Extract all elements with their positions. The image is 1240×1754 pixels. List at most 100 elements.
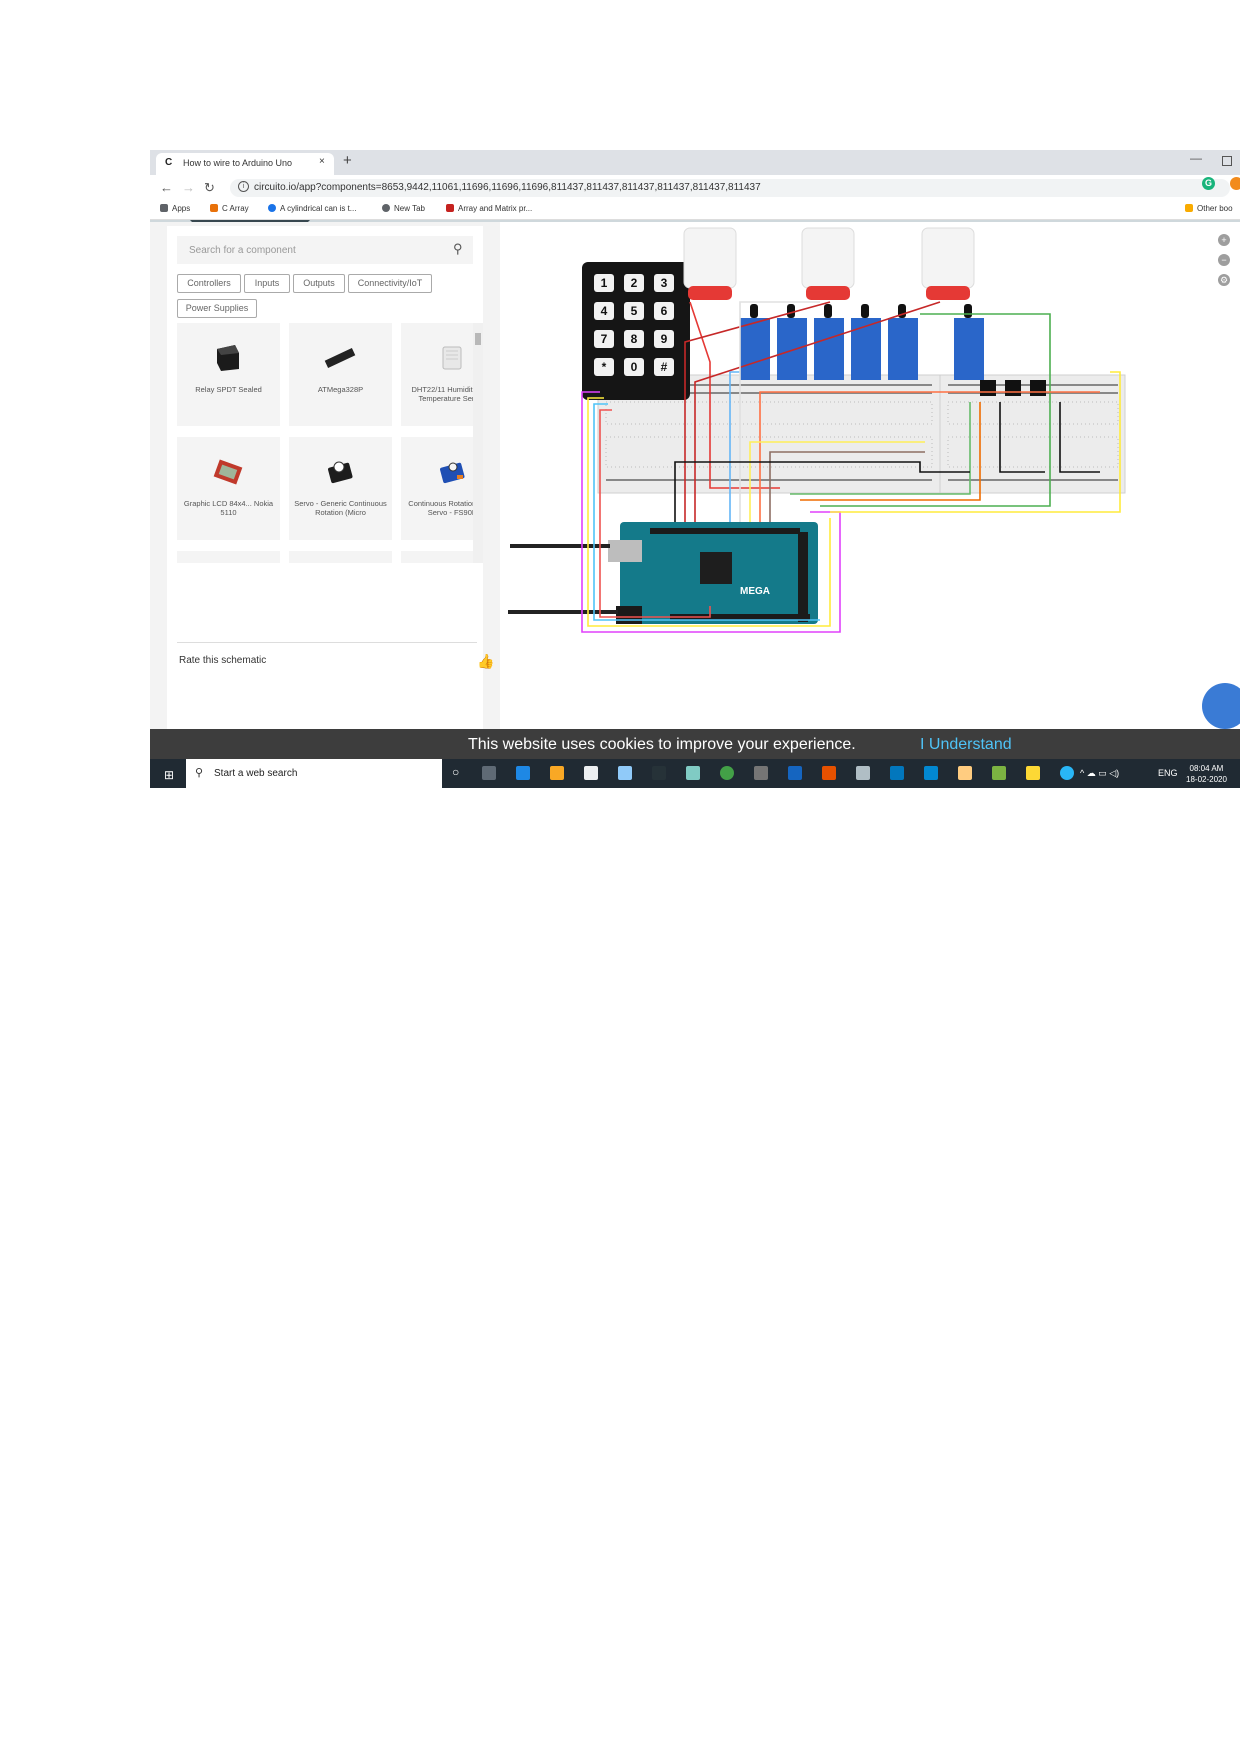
settings-icon[interactable]: ⚙ [1218, 274, 1230, 286]
search-icon: ⚲ [195, 767, 204, 779]
close-tab-icon[interactable]: × [319, 156, 325, 167]
keypad-key-label: 7 [601, 332, 608, 346]
bookmark-array-matrix[interactable]: Array and Matrix pr... [446, 204, 532, 213]
component-label: ATMega328P [317, 385, 364, 394]
new-tab-button[interactable]: + [343, 152, 352, 169]
bookmark-new-tab[interactable]: New Tab [382, 204, 425, 213]
c-array-icon [210, 204, 218, 212]
scrollbar-thumb[interactable] [475, 333, 481, 345]
edge-icon[interactable] [516, 766, 530, 780]
dc-motors [683, 227, 975, 300]
chrome-icon[interactable] [720, 766, 734, 780]
globe-icon [382, 204, 390, 212]
favicon-icon: C [165, 157, 173, 168]
sticky-notes-icon[interactable] [1026, 766, 1040, 780]
dropbox-icon[interactable] [618, 766, 632, 780]
grammarly-extension-icon[interactable]: G [1202, 177, 1215, 190]
lcd-icon [213, 459, 243, 485]
task-view-icon[interactable] [482, 766, 496, 780]
keypad-key-label: 3 [661, 276, 668, 290]
help-icon[interactable] [1060, 766, 1074, 780]
board-logo: MEGA [740, 586, 770, 597]
back-icon[interactable]: ← [160, 180, 173, 195]
search-placeholder: Search for a component [189, 245, 296, 256]
language-indicator[interactable]: ENG [1158, 768, 1178, 778]
mail-icon[interactable] [584, 766, 598, 780]
chip-icon [324, 348, 356, 368]
component-card[interactable] [401, 551, 473, 563]
app-icon[interactable] [890, 766, 904, 780]
bookmark-apps[interactable]: Apps [160, 204, 190, 213]
minimize-icon[interactable]: — [1190, 151, 1202, 165]
app-icon[interactable] [924, 766, 938, 780]
servo-icon [328, 461, 353, 484]
address-bar[interactable]: i circuito.io/app?components=8653,9442,1… [230, 179, 1230, 197]
keypad-key-label: 8 [631, 332, 638, 346]
keypad-key-label: 2 [631, 276, 638, 290]
calculator-icon[interactable] [754, 766, 768, 780]
forward-icon[interactable]: → [182, 180, 195, 195]
arduino-mega: MEGA [608, 522, 818, 624]
component-card[interactable] [177, 551, 280, 563]
apps-grid-icon [160, 204, 168, 212]
url-text: circuito.io/app?components=8653,9442,110… [254, 182, 761, 193]
component-label: Continuous Rotation Micro Servo - FS90R [408, 499, 473, 517]
profile-icon[interactable] [1230, 177, 1240, 190]
store-icon[interactable] [856, 766, 870, 780]
keypad-key-label: # [661, 360, 668, 374]
tray-icons[interactable]: ^ ☁ ▭ ◁) [1080, 768, 1119, 779]
component-card[interactable]: DHT22/11 Humidit... and Temperature Sens… [401, 323, 473, 426]
cortana-icon[interactable]: ○ [452, 765, 459, 779]
clock-time: 08:04 AM [1189, 764, 1224, 773]
tab-strip: C How to wire to Arduino Uno × + — [150, 150, 1240, 175]
matlab-icon[interactable] [822, 766, 836, 780]
app-icon[interactable] [992, 766, 1006, 780]
relay-icon [217, 345, 239, 371]
bookmarks-bar: Apps C Array A cylindrical can is t... N… [150, 201, 1240, 220]
sidebar-panel: Search for a component ⚲ Controllers Inp… [167, 226, 494, 729]
component-card[interactable]: Graphic LCD 84x4... Nokia 5110 [177, 437, 280, 540]
bookmark-c-array[interactable]: C Array [210, 204, 249, 213]
zoom-in-icon[interactable]: + [1218, 234, 1230, 246]
component-card[interactable]: Continuous Rotation Micro Servo - FS90R [401, 437, 473, 540]
app-icon[interactable] [958, 766, 972, 780]
component-card[interactable]: Relay SPDT Sealed [177, 323, 280, 426]
windows-start-icon[interactable]: ⊞ [164, 768, 174, 782]
info-icon[interactable]: i [238, 181, 249, 192]
file-explorer-icon[interactable] [550, 766, 564, 780]
cookie-accept-button[interactable]: I Understand [920, 736, 1012, 754]
filter-power-supplies[interactable]: Power Supplies [177, 299, 257, 318]
taskbar-search-input[interactable]: ⚲ Start a web search [186, 759, 442, 788]
reload-icon[interactable]: ↻ [204, 180, 215, 196]
schematic-canvas[interactable]: 1 2 3 4 5 6 7 8 9 * 0 # MEGA + − ⚙ [500, 222, 1240, 729]
zoom-out-icon[interactable]: − [1218, 254, 1230, 266]
component-search-input[interactable]: Search for a component ⚲ [177, 236, 473, 264]
chat-bubble-icon[interactable] [1202, 683, 1240, 729]
search-icon[interactable]: ⚲ [453, 241, 463, 257]
bookmark-cylindrical[interactable]: A cylindrical can is t... [268, 204, 356, 213]
browser-tab[interactable]: C How to wire to Arduino Uno × [156, 153, 334, 175]
component-card[interactable]: Servo - Generic Continuous Rotation (Mic… [289, 437, 392, 540]
filter-outputs[interactable]: Outputs [293, 274, 345, 293]
keypad-key-label: 5 [631, 304, 638, 318]
component-label: Servo - Generic Continuous Rotation (Mic… [294, 499, 387, 517]
app-icon[interactable] [652, 766, 666, 780]
app-icon[interactable] [686, 766, 700, 780]
component-card[interactable] [289, 551, 392, 563]
keypad-key-label: 4 [601, 304, 608, 318]
keypad-key-label: 6 [661, 304, 668, 318]
filter-connectivity[interactable]: Connectivity/IoT [348, 274, 432, 293]
thumbs-icon[interactable]: 👍 [477, 653, 494, 670]
cookie-message: This website uses cookies to improve you… [468, 736, 856, 753]
circuit-diagram: 1 2 34 5 67 8 9* 0 # MEGA [508, 227, 1126, 633]
component-label: Graphic LCD 84x4... Nokia 5110 [183, 499, 274, 517]
component-scrollbar[interactable] [473, 323, 483, 563]
taskbar-search-text: Start a web search [214, 768, 298, 779]
component-card[interactable]: ATMega328P [289, 323, 392, 426]
bookmark-other[interactable]: Other boo [1185, 204, 1233, 213]
filter-inputs[interactable]: Inputs [244, 274, 290, 293]
filter-controllers[interactable]: Controllers [177, 274, 241, 293]
taskbar-clock[interactable]: 08:04 AM 18-02-2020 [1186, 763, 1227, 785]
word-icon[interactable] [788, 766, 802, 780]
maximize-icon[interactable] [1222, 156, 1232, 166]
